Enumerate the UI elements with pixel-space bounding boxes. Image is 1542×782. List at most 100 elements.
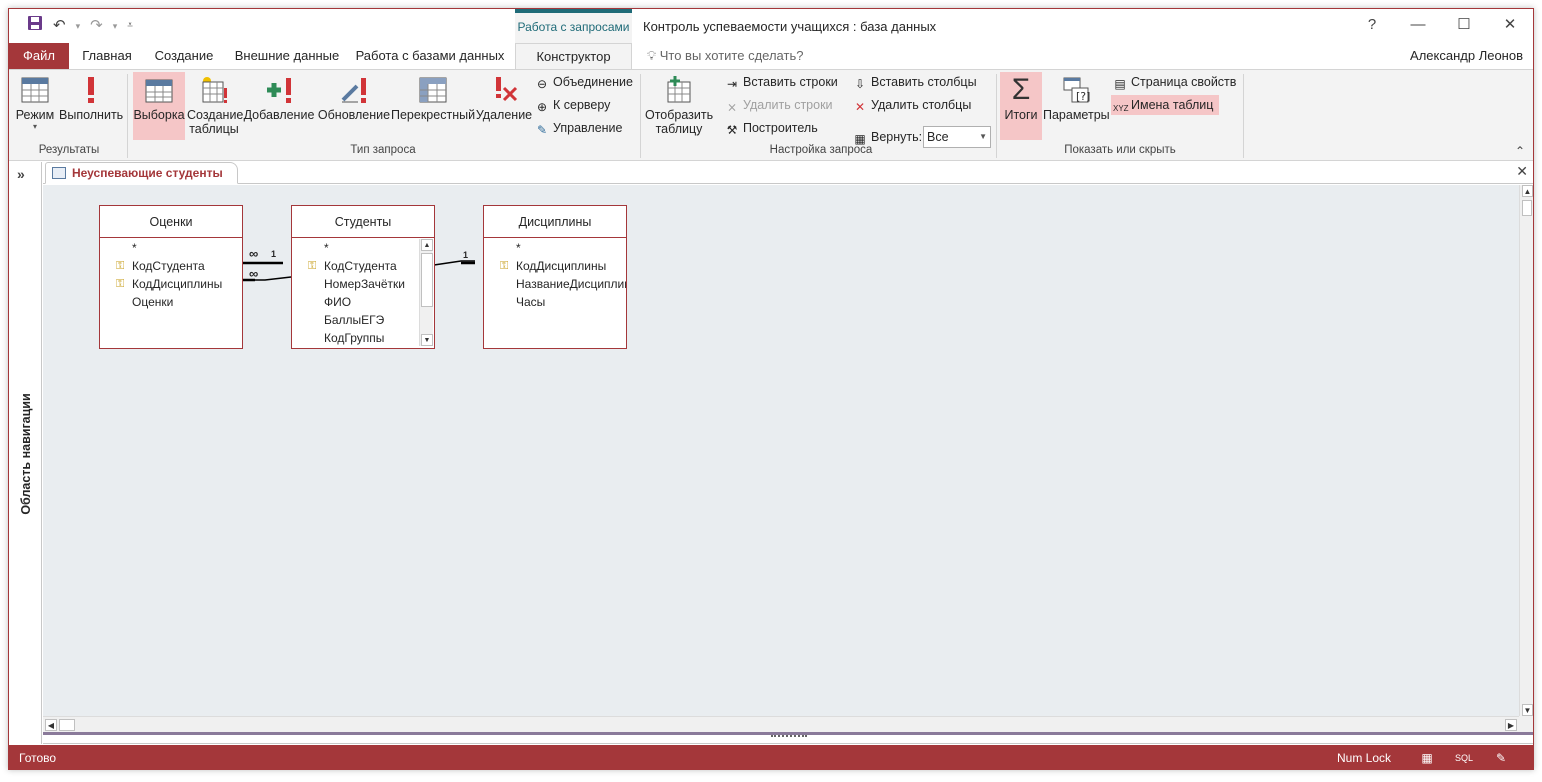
pass-through-button[interactable]: ⊕ К серверу: [535, 95, 610, 115]
redo-icon[interactable]: ↷: [90, 16, 103, 36]
parameters-button[interactable]: [?] Параметры: [1043, 72, 1110, 122]
scroll-up-icon[interactable]: ▲: [1522, 185, 1533, 197]
save-icon[interactable]: [27, 15, 43, 37]
table-title[interactable]: Студенты: [292, 206, 434, 238]
scroll-left-icon[interactable]: ◀: [45, 719, 57, 731]
field-item[interactable]: Оценки: [100, 293, 242, 311]
horizontal-scrollbar[interactable]: ◀ ▶: [43, 716, 1519, 732]
sql-view-icon[interactable]: SQL: [1455, 751, 1473, 765]
totals-button[interactable]: Σ Итоги: [1000, 72, 1042, 140]
tab-home[interactable]: Главная: [75, 43, 139, 69]
show-hide-group-label: Показать или скрыть: [1064, 144, 1176, 156]
field-name: *: [516, 241, 521, 255]
scroll-thumb[interactable]: [1522, 200, 1532, 216]
field-item[interactable]: ⚿ КодСтудента: [292, 257, 418, 275]
field-item[interactable]: ⚿ КодДисциплины: [100, 275, 242, 293]
delete-rows-button[interactable]: ⨯ Удалить строки: [725, 95, 833, 115]
update-button[interactable]: Обновление: [317, 72, 391, 122]
tab-file[interactable]: Файл: [9, 43, 69, 69]
crosstab-icon: [417, 74, 449, 106]
show-table-icon: [663, 74, 695, 106]
table-scrollbar[interactable]: ▲ ▼: [419, 239, 433, 346]
scroll-down-icon[interactable]: ▼: [421, 334, 433, 346]
query-document-tab[interactable]: Неуспевающие студенты: [45, 162, 238, 184]
field-item[interactable]: КодГруппы: [292, 329, 418, 347]
scroll-thumb[interactable]: [59, 719, 75, 731]
table-title[interactable]: Оценки: [100, 206, 242, 238]
builder-button[interactable]: ⚒ Построитель: [725, 118, 818, 138]
table-title[interactable]: Дисциплины: [484, 206, 626, 238]
close-button[interactable]: ✕: [1487, 15, 1533, 37]
user-name[interactable]: Александр Леонов: [1410, 43, 1523, 69]
separator: [640, 74, 641, 158]
field-item[interactable]: *: [292, 239, 418, 257]
redo-dropdown-icon[interactable]: ▾: [113, 16, 118, 36]
data-definition-button[interactable]: ✎ Управление: [535, 118, 623, 138]
help-button[interactable]: ?: [1349, 15, 1395, 37]
field-item[interactable]: *: [100, 239, 242, 257]
run-label: Выполнить: [59, 108, 124, 122]
property-sheet-button[interactable]: ▤ Страница свойств: [1113, 72, 1236, 92]
minimize-button[interactable]: —: [1395, 15, 1441, 37]
mode-button[interactable]: Режим ▾: [13, 72, 57, 131]
make-table-label-1: Создание: [187, 108, 244, 122]
vertical-scrollbar[interactable]: ▲ ▼: [1519, 185, 1533, 732]
tab-database-tools[interactable]: Работа с базами данных: [355, 43, 505, 69]
expand-nav-icon[interactable]: »: [17, 166, 25, 182]
field-item[interactable]: НомерЗачётки: [292, 275, 418, 293]
collapse-ribbon-icon[interactable]: ⌃: [1515, 144, 1525, 158]
delete-columns-button[interactable]: ✕ Удалить столбцы: [853, 95, 971, 115]
insert-columns-button[interactable]: ⇩ Вставить столбцы: [853, 72, 977, 92]
navigation-pane[interactable]: » Область навигации: [9, 162, 42, 744]
table-names-button[interactable]: XYZ Имена таблиц: [1111, 95, 1220, 115]
query-design-canvas[interactable]: ∞ 1 ∞ 1 Оценки * ⚿ КодСтудента ⚿ КодДисцип…: [43, 185, 1519, 716]
insert-rows-button[interactable]: ⇥ Вставить строки: [725, 72, 838, 92]
tell-me-search[interactable]: 💡︎ Что вы хотите сделать?: [647, 43, 803, 69]
pane-splitter[interactable]: [43, 732, 1533, 744]
scroll-thumb[interactable]: [421, 253, 433, 307]
scroll-up-icon[interactable]: ▲: [421, 239, 433, 251]
append-button[interactable]: Добавление: [243, 72, 315, 122]
undo-dropdown-icon[interactable]: ▾: [76, 16, 81, 36]
table-grades[interactable]: Оценки * ⚿ КодСтудента ⚿ КодДисциплины Оце…: [99, 205, 243, 349]
table-disciplines[interactable]: Дисциплины * ⚿ КодДисциплины НазваниеДисц…: [483, 205, 627, 349]
customize-qat-icon[interactable]: ⩡: [127, 16, 133, 36]
datasheet-view-icon[interactable]: ▦: [1419, 751, 1435, 765]
field-item[interactable]: *: [484, 239, 626, 257]
delete-query-button[interactable]: Удаление: [475, 72, 533, 122]
navigation-pane-label[interactable]: Область навигации: [19, 379, 33, 529]
run-button[interactable]: Выполнить: [59, 72, 123, 122]
tab-design[interactable]: Конструктор: [515, 43, 632, 70]
field-item[interactable]: Часы: [484, 293, 626, 311]
field-item[interactable]: ⚿ КодСтудента: [100, 257, 242, 275]
scroll-right-icon[interactable]: ▶: [1505, 719, 1517, 731]
splitter-grip-icon[interactable]: [771, 735, 807, 739]
relation-one-label: 1: [463, 250, 469, 260]
property-sheet-icon: ▤: [1114, 77, 1126, 91]
show-table-button[interactable]: Отобразить таблицу: [645, 72, 713, 136]
crosstab-button[interactable]: Перекрестный: [391, 72, 475, 122]
design-view-icon[interactable]: ✎: [1493, 751, 1509, 765]
insert-columns-label: Вставить столбцы: [871, 75, 977, 89]
relation-many-label: ∞: [249, 266, 259, 281]
undo-icon[interactable]: ↶: [53, 16, 66, 36]
field-item[interactable]: ⚿ КодДисциплины: [484, 257, 626, 275]
table-students[interactable]: Студенты * ⚿ КодСтудента НомерЗачётки ФИО…: [291, 205, 435, 349]
field-item[interactable]: НазваниеДисциплины: [484, 275, 626, 293]
union-button[interactable]: ⊖ Объединение: [535, 72, 633, 92]
key-icon: ⚿: [116, 260, 125, 272]
select-query-button[interactable]: Выборка: [133, 72, 185, 140]
maximize-button[interactable]: ☐: [1441, 15, 1487, 37]
close-document-icon[interactable]: ✕: [1516, 163, 1528, 180]
mode-label: Режим: [15, 108, 55, 122]
key-icon: ⚿: [500, 260, 509, 272]
union-icon: ⊖: [536, 77, 548, 91]
separator: [1243, 74, 1244, 158]
relation-one-label: 1: [271, 249, 277, 259]
field-item[interactable]: ФИО: [292, 293, 418, 311]
tab-create[interactable]: Создание: [149, 43, 219, 69]
make-table-button[interactable]: Создание таблицы: [187, 72, 244, 136]
field-item[interactable]: БаллыЕГЭ: [292, 311, 418, 329]
scroll-down-icon[interactable]: ▼: [1522, 704, 1533, 716]
tab-external-data[interactable]: Внешние данные: [231, 43, 343, 69]
